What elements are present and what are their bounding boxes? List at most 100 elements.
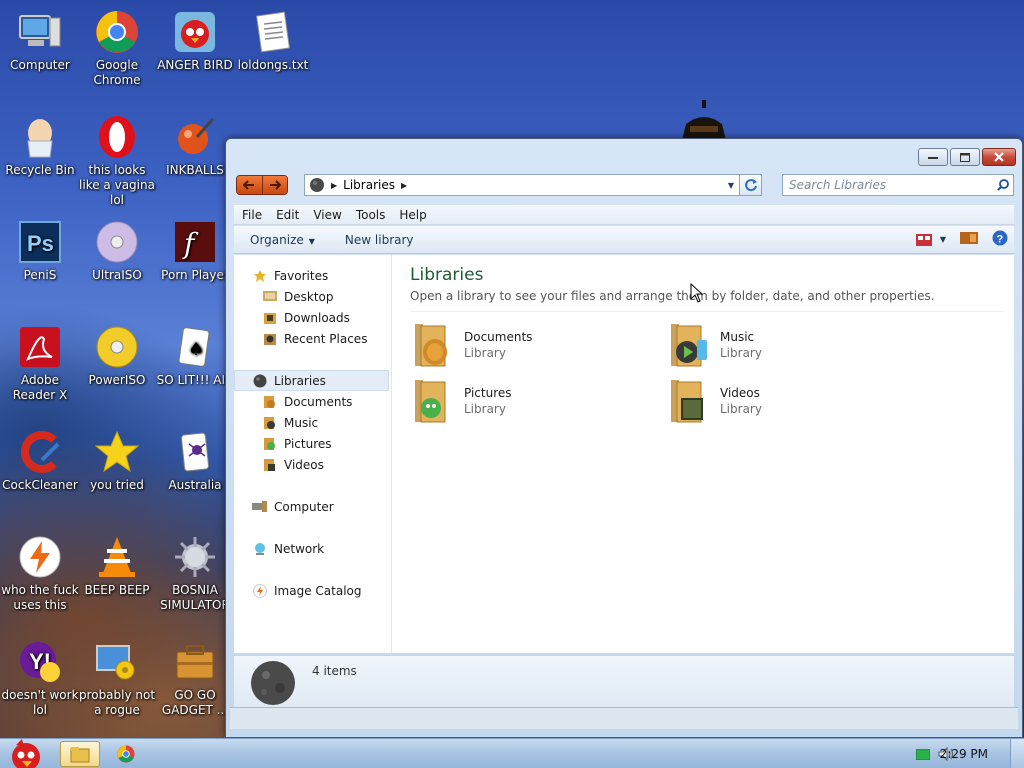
taskbar-chrome-button[interactable] <box>106 741 146 767</box>
address-dropdown-icon[interactable]: ▼ <box>723 181 739 190</box>
nav-libraries-label: Libraries <box>274 373 326 388</box>
breadcrumb-libraries[interactable]: Libraries <box>343 178 395 192</box>
desktop-icon-cockcleaner[interactable]: CockCleaner <box>0 428 80 493</box>
photoshop-icon: Ps <box>16 218 64 266</box>
videos-library-large-icon <box>666 378 712 424</box>
refresh-icon <box>744 179 757 192</box>
menu-file[interactable]: File <box>242 208 262 222</box>
change-view-button[interactable]: ▼ <box>915 233 946 246</box>
nav-videos-label: Videos <box>284 457 324 472</box>
adobe-reader-icon <box>16 323 64 371</box>
library-documents-name: Documents <box>464 330 533 344</box>
desktop-icon-australia[interactable]: Australia <box>155 428 235 493</box>
chrome-icon <box>117 745 135 763</box>
library-documents-type: Library <box>464 346 506 360</box>
nav-libraries[interactable]: Libraries <box>234 370 389 391</box>
nav-desktop-label: Desktop <box>284 289 334 304</box>
desktop-icon-loldongs[interactable]: loldongs.txt <box>233 8 313 73</box>
recycle-bin-icon <box>16 113 64 161</box>
taskbar-explorer-button[interactable] <box>60 741 100 767</box>
videos-library-icon <box>262 457 278 473</box>
desktop-folder-icon <box>262 289 278 305</box>
search-icon[interactable] <box>993 179 1013 191</box>
desktop-icon-beep-beep[interactable]: BEEP BEEP <box>77 533 157 598</box>
desktop-icon-anger-bird[interactable]: ANGER BIRD <box>155 8 235 73</box>
desktop-icon-bosnia-simulator[interactable]: BOSNIA SIMULATOR <box>155 533 235 613</box>
forward-button[interactable] <box>261 176 287 194</box>
close-button[interactable] <box>982 148 1016 166</box>
svg-text:♠: ♠ <box>188 339 204 360</box>
menu-view[interactable]: View <box>313 208 341 222</box>
explorer-body: Favorites Desktop Downloads Recent Place… <box>234 255 1014 653</box>
address-bar[interactable]: ▶ Libraries ▶ ▼ <box>304 174 740 196</box>
library-pictures-name: Pictures <box>464 386 512 400</box>
image-catalog-icon <box>252 583 268 599</box>
library-music-type: Library <box>720 346 762 360</box>
nav-videos[interactable]: Videos <box>234 454 391 475</box>
desktop-icon-poweriso[interactable]: PowerISO <box>77 323 157 388</box>
desktop-icon-so-lit-air[interactable]: ♠ SO LIT!!! AIR <box>155 323 235 388</box>
nav-favorites[interactable]: Favorites <box>234 265 391 286</box>
documents-library-icon <box>262 394 278 410</box>
nav-pictures[interactable]: Pictures <box>234 433 391 454</box>
breadcrumb-chevron-icon[interactable]: ▶ <box>401 181 407 190</box>
nav-network-label: Network <box>274 541 325 556</box>
desktop-icon-winamp[interactable]: who the fuck uses this <box>0 533 80 613</box>
library-pictures[interactable]: Pictures Library <box>410 376 666 426</box>
computer-icon <box>16 8 64 56</box>
nav-documents[interactable]: Documents <box>234 391 391 412</box>
navigation-pane: Favorites Desktop Downloads Recent Place… <box>234 255 392 653</box>
desktop-icon-photoshop[interactable]: Ps PeniS <box>0 218 80 283</box>
desktop-icon-opera[interactable]: this looks like a vagina lol <box>77 113 157 208</box>
show-desktop-button[interactable] <box>1010 739 1024 768</box>
mouse-cursor-icon <box>690 283 704 303</box>
desktop-icon-yahoo[interactable]: Y! doesn't work lol <box>0 638 80 718</box>
start-button[interactable] <box>4 739 48 768</box>
nav-desktop[interactable]: Desktop <box>234 286 391 307</box>
content-pane: Libraries Open a library to see your fil… <box>392 255 1014 653</box>
desktop-icon-you-tried[interactable]: you tried <box>77 428 157 493</box>
angry-bird-start-icon <box>12 739 40 768</box>
nav-network[interactable]: Network <box>234 538 391 559</box>
back-button[interactable] <box>237 176 262 194</box>
library-music[interactable]: Music Library <box>666 320 922 370</box>
item-count: 4 items <box>312 664 357 678</box>
refresh-button[interactable] <box>740 174 762 196</box>
minimize-icon <box>928 157 938 159</box>
network-status-icon[interactable] <box>915 748 931 763</box>
minimize-button[interactable] <box>918 148 948 166</box>
desktop-icon-probably-not-a-rogue[interactable]: probably not a rogue <box>77 638 157 718</box>
clock[interactable]: 2:29 PM <box>940 747 988 761</box>
desktop-icon-ultraiso[interactable]: UltraISO <box>77 218 157 283</box>
desktop-icon-porn-player[interactable]: f Porn Player <box>155 218 235 283</box>
desktop-icon-recycle-bin[interactable]: Recycle Bin <box>0 113 80 178</box>
desktop-icon-chrome[interactable]: Google Chrome <box>77 8 157 88</box>
view-controls: ▼ ? <box>915 230 1014 249</box>
desktop-icon-go-go-gadget[interactable]: GO GO GADGET ... <box>155 638 235 718</box>
library-videos[interactable]: Videos Library <box>666 376 922 426</box>
menu-help[interactable]: Help <box>399 208 426 222</box>
computer-small-icon <box>252 499 268 515</box>
libraries-ball-icon <box>310 178 324 192</box>
organize-button[interactable]: Organize ▼ <box>250 233 315 247</box>
nav-music[interactable]: Music <box>234 412 391 433</box>
desktop-icon-adobe-reader[interactable]: Adobe Reader X <box>0 323 80 403</box>
nav-downloads[interactable]: Downloads <box>234 307 391 328</box>
maximize-button[interactable] <box>950 148 980 166</box>
nav-computer[interactable]: Computer <box>234 496 391 517</box>
libraries-ball-large-icon <box>251 661 295 705</box>
help-button[interactable]: ? <box>992 230 1008 249</box>
search-box[interactable]: Search Libraries <box>782 174 1014 196</box>
new-library-button[interactable]: New library <box>345 233 414 247</box>
wallpaper-lighthouse <box>682 100 726 140</box>
preview-pane-button[interactable] <box>960 232 978 247</box>
menu-edit[interactable]: Edit <box>276 208 299 222</box>
library-documents[interactable]: Documents Library <box>410 320 666 370</box>
nav-recent-places[interactable]: Recent Places <box>234 328 391 349</box>
menu-tools[interactable]: Tools <box>356 208 386 222</box>
desktop-icon-computer[interactable]: Computer <box>0 8 80 73</box>
nav-image-catalog[interactable]: Image Catalog <box>234 580 391 601</box>
taskbar: 2:29 PM <box>0 738 1024 768</box>
desktop-icon-inkballs[interactable]: INKBALLS <box>155 113 235 178</box>
chrome-icon <box>93 8 141 56</box>
